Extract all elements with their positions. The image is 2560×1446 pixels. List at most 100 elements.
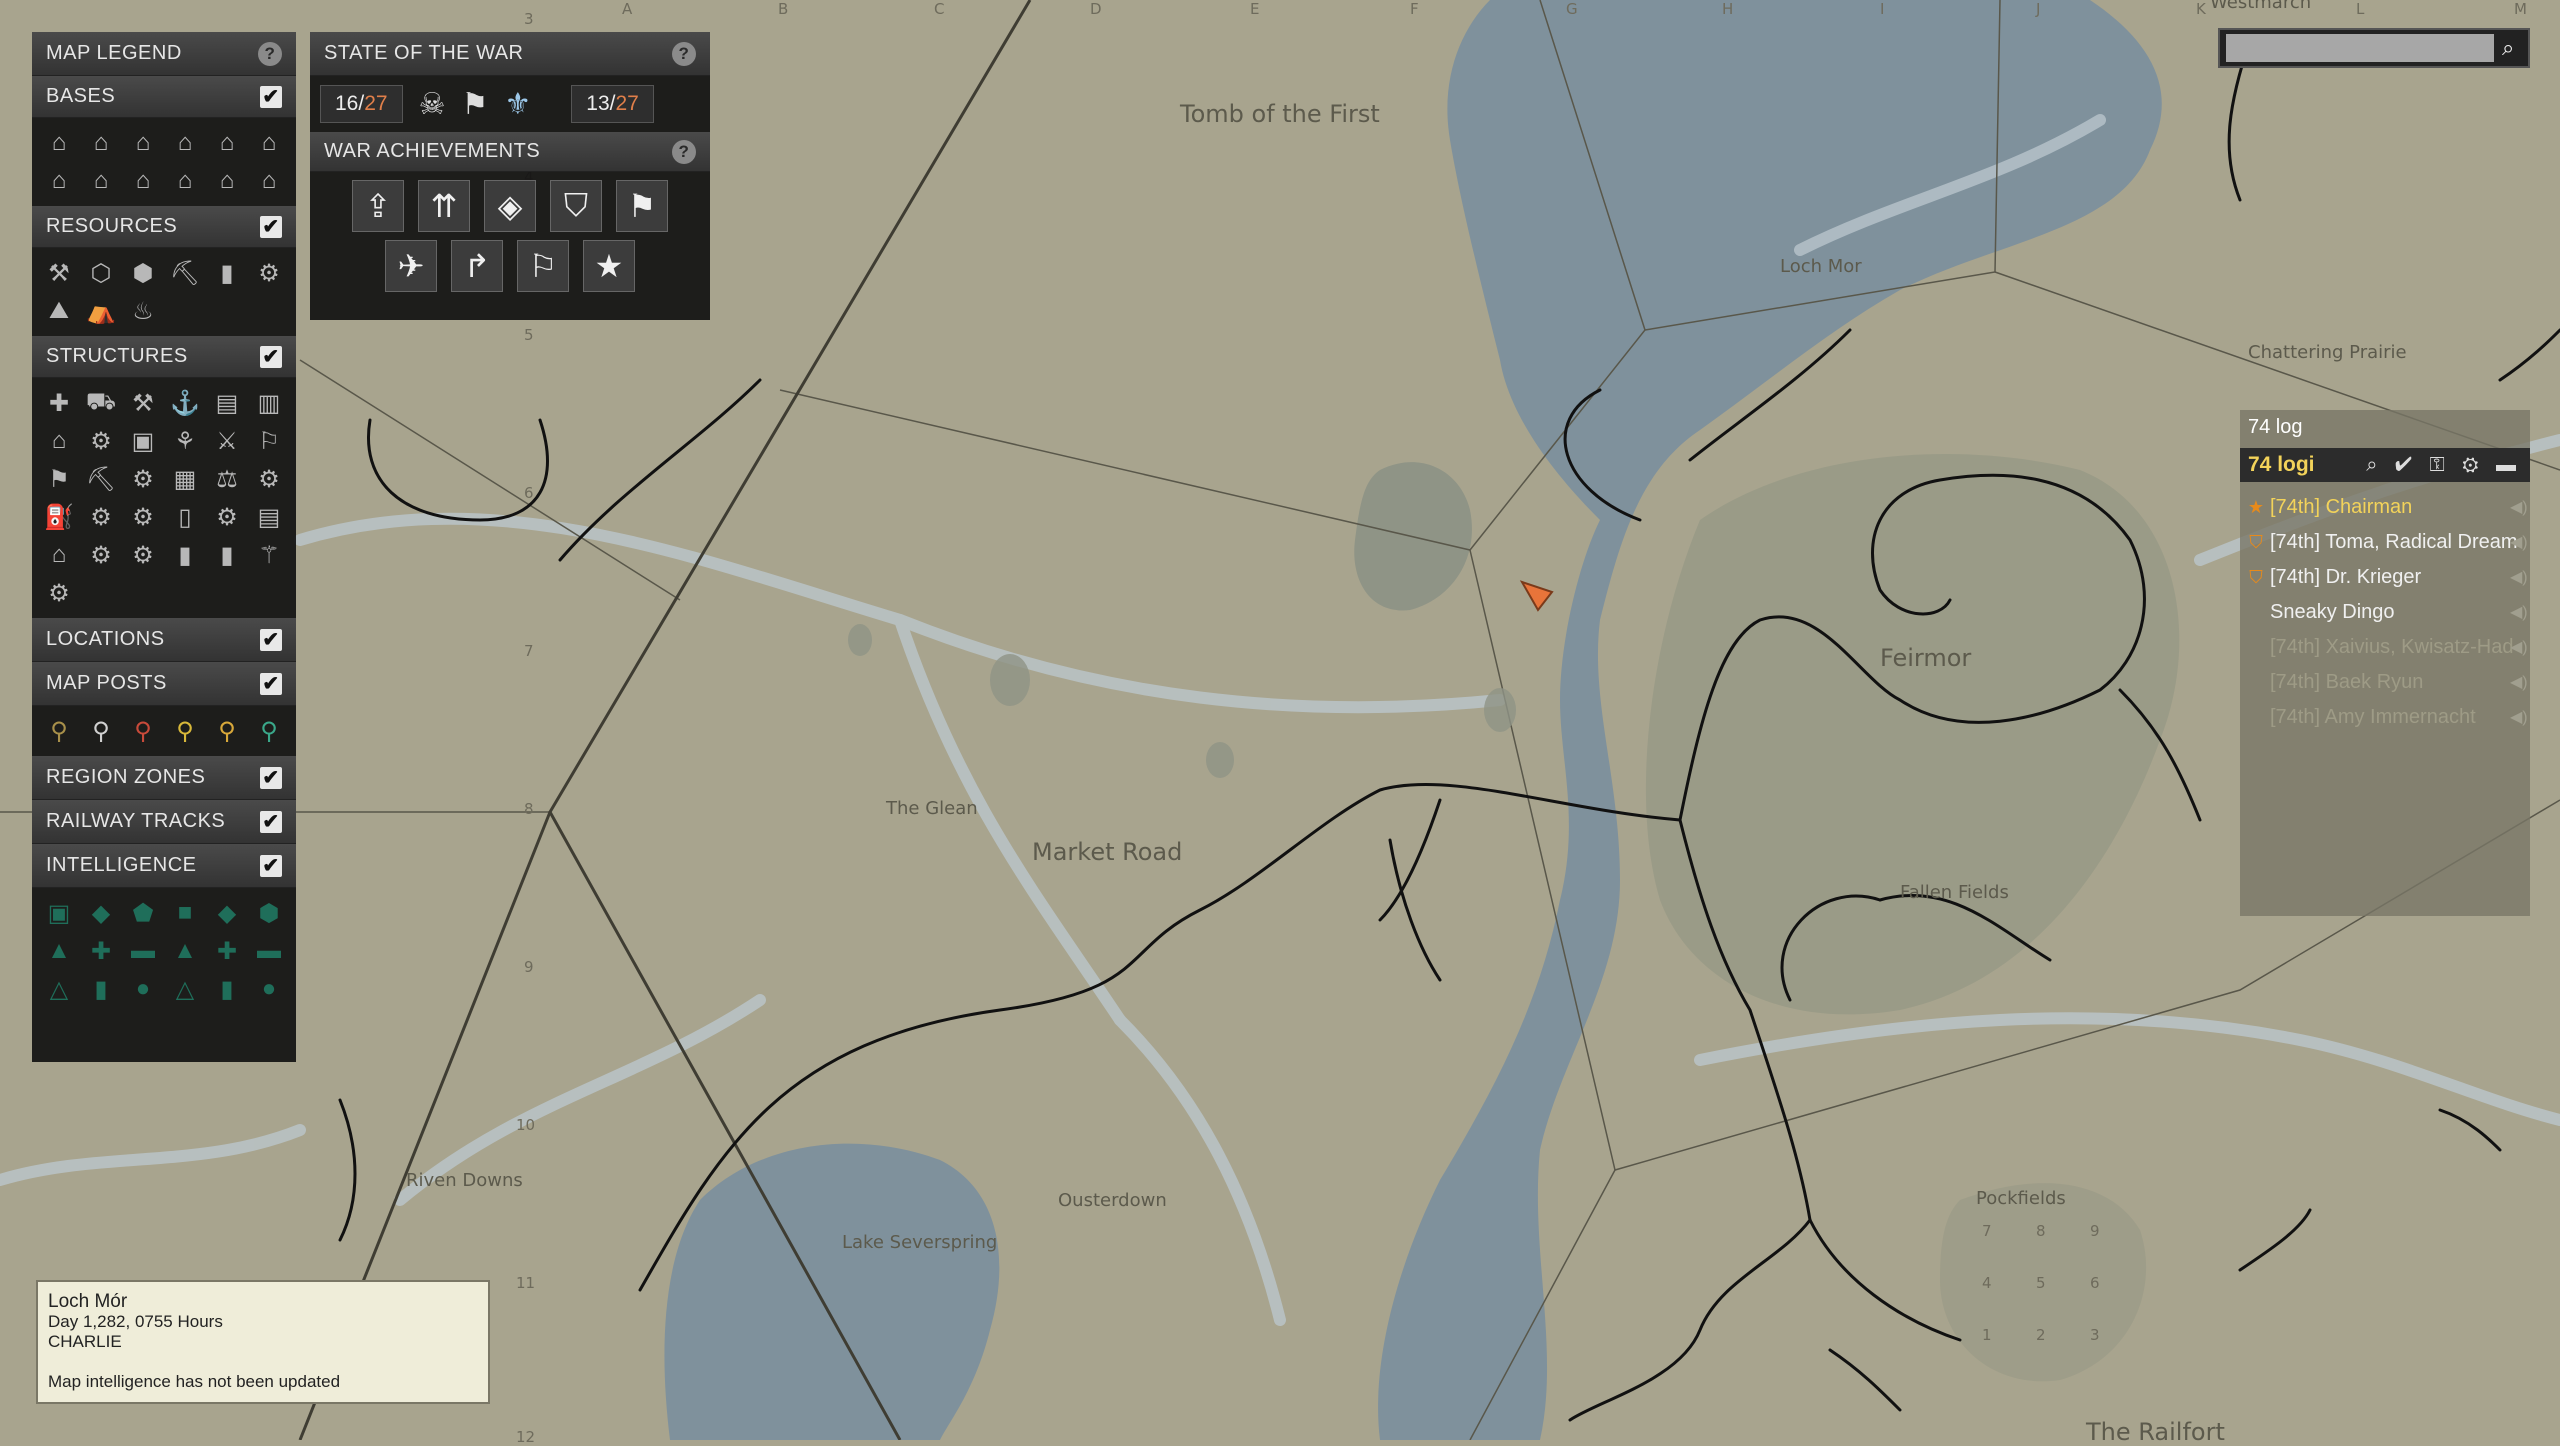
achievements-help-icon[interactable]: ?	[672, 139, 696, 164]
structure-icon[interactable]: ⚔	[212, 426, 242, 456]
base-icon[interactable]: ⌂	[170, 166, 200, 196]
resources-checkbox[interactable]: ✔	[260, 215, 282, 238]
structure-icon[interactable]: ⚙	[212, 502, 242, 532]
structure-icon[interactable]: ⚙	[86, 540, 116, 570]
base-icon[interactable]: ⌂	[212, 128, 242, 158]
structure-icon[interactable]: ⛽	[44, 502, 74, 532]
legend-section-railway-tracks[interactable]: RAILWAY TRACKS ✔	[32, 800, 296, 844]
intelligence-icon[interactable]: ▬	[254, 936, 284, 966]
intelligence-icon[interactable]: ▮	[86, 974, 116, 1004]
locations-checkbox[interactable]: ✔	[260, 628, 282, 651]
intelligence-icon[interactable]: ▲	[44, 936, 74, 966]
structure-icon[interactable]: ▦	[170, 464, 200, 494]
structure-icon[interactable]: ⛏	[86, 464, 116, 494]
resource-icon[interactable]: ⚙	[254, 258, 284, 288]
structure-icon[interactable]: ⚒	[128, 388, 158, 418]
legend-section-intelligence[interactable]: INTELLIGENCE ✔	[32, 844, 296, 888]
voice-volume-icon[interactable]: ◀)	[2510, 707, 2528, 727]
bases-checkbox[interactable]: ✔	[260, 85, 282, 108]
structure-icon[interactable]: ⚘	[170, 426, 200, 456]
resource-icon[interactable]: ⬢	[128, 258, 158, 288]
voice-volume-icon[interactable]: ◀)	[2510, 567, 2528, 587]
squad-member[interactable]: ⛉ [74th] Toma, Radical Dream ◀)	[2246, 527, 2527, 557]
structure-icon[interactable]: ▮	[212, 540, 242, 570]
map-posts-checkbox[interactable]: ✔	[260, 672, 282, 695]
intelligence-icon[interactable]: ■	[170, 898, 200, 928]
achievement-diamond-icon[interactable]: ◈	[484, 180, 536, 232]
achievement-flag-icon[interactable]: ⚑	[616, 180, 668, 232]
resource-icon[interactable]: ▮	[212, 258, 242, 288]
legend-section-resources[interactable]: RESOURCES ✔	[32, 206, 296, 248]
intelligence-icon[interactable]: ✚	[212, 936, 242, 966]
structure-icon[interactable]: ⚚	[254, 540, 284, 570]
base-icon[interactable]: ⌂	[212, 166, 242, 196]
voice-volume-icon[interactable]: ◀)	[2510, 672, 2528, 692]
structure-icon[interactable]: ▣	[128, 426, 158, 456]
squad-tools-icons[interactable]: ⌕ ✔ ⚿ ⚙ ▬	[2366, 454, 2522, 477]
intelligence-icon[interactable]: ⬢	[254, 898, 284, 928]
resource-icon[interactable]: ⛰	[44, 296, 74, 326]
railway-tracks-checkbox[interactable]: ✔	[260, 810, 282, 833]
voice-volume-icon[interactable]: ◀)	[2510, 602, 2528, 622]
voice-volume-icon[interactable]: ◀)	[2510, 532, 2528, 552]
intelligence-icon[interactable]: △	[170, 974, 200, 1004]
structure-icon[interactable]: ▤	[254, 502, 284, 532]
structure-icon[interactable]: ⚙	[128, 540, 158, 570]
map-post-icon[interactable]: ⚲	[86, 716, 116, 746]
map-post-icon[interactable]: ⚲	[170, 716, 200, 746]
achievement-soldier-icon[interactable]: ✈	[385, 240, 437, 292]
structure-icon[interactable]: ⚙	[44, 578, 74, 608]
structure-icon[interactable]: ▥	[254, 388, 284, 418]
structure-icon[interactable]: ⌂	[44, 426, 74, 456]
base-icon[interactable]: ⌂	[254, 128, 284, 158]
intelligence-icon[interactable]: ●	[128, 974, 158, 1004]
structure-icon[interactable]: ▮	[170, 540, 200, 570]
structure-icon[interactable]: ⚑	[44, 464, 74, 494]
base-icon[interactable]: ⌂	[254, 166, 284, 196]
intelligence-icon[interactable]: ▲	[170, 936, 200, 966]
region-zones-checkbox[interactable]: ✔	[260, 766, 282, 789]
resource-icon[interactable]: ♨	[128, 296, 158, 326]
resource-icon[interactable]: ⚒	[44, 258, 74, 288]
intelligence-icon[interactable]: ✚	[86, 936, 116, 966]
structure-icon[interactable]: ⚙	[128, 464, 158, 494]
legend-section-structures[interactable]: STRUCTURES ✔	[32, 336, 296, 378]
map-search-input[interactable]	[2226, 34, 2494, 62]
intelligence-icon[interactable]: ●	[254, 974, 284, 1004]
structures-checkbox[interactable]: ✔	[260, 345, 282, 368]
intelligence-icon[interactable]: ⬟	[128, 898, 158, 928]
base-icon[interactable]: ⌂	[128, 128, 158, 158]
legend-section-map-posts[interactable]: MAP POSTS ✔	[32, 662, 296, 706]
intelligence-icon[interactable]: ▬	[128, 936, 158, 966]
base-icon[interactable]: ⌂	[44, 166, 74, 196]
voice-volume-icon[interactable]: ◀)	[2510, 637, 2528, 657]
base-icon[interactable]: ⌂	[86, 166, 116, 196]
resource-icon[interactable]: ⬡	[86, 258, 116, 288]
achievement-star-icon[interactable]: ★	[583, 240, 635, 292]
map-post-icon[interactable]: ⚲	[44, 716, 74, 746]
structure-icon[interactable]: ⚙	[254, 464, 284, 494]
structure-icon[interactable]: ⚐	[254, 426, 284, 456]
map-post-icon[interactable]: ⚲	[212, 716, 242, 746]
structure-icon[interactable]: ▤	[212, 388, 242, 418]
squad-member[interactable]: ⛉ [74th] Dr. Krieger ◀)	[2246, 562, 2527, 592]
achievement-upload-icon[interactable]: ⇪	[352, 180, 404, 232]
map-post-icon[interactable]: ⚲	[254, 716, 284, 746]
structure-icon[interactable]: ✚	[44, 388, 74, 418]
resource-icon[interactable]: ⛺	[86, 296, 116, 326]
legend-section-bases[interactable]: BASES ✔	[32, 76, 296, 118]
intelligence-icon[interactable]: ▮	[212, 974, 242, 1004]
structure-icon[interactable]: ⚙	[128, 502, 158, 532]
structure-icon[interactable]: ⚙	[86, 502, 116, 532]
structure-icon[interactable]: ⚙	[86, 426, 116, 456]
squad-member[interactable]: [74th] Baek Ryun ◀)	[2246, 667, 2528, 697]
achievement-turn-icon[interactable]: ↱	[451, 240, 503, 292]
intelligence-checkbox[interactable]: ✔	[260, 854, 282, 877]
squad-member[interactable]: [74th] Amy Immernacht ◀)	[2246, 702, 2528, 732]
search-icon[interactable]: ⌕	[2502, 35, 2514, 61]
resource-icon[interactable]: ⛏	[170, 258, 200, 288]
structure-icon[interactable]: ⛟	[86, 388, 116, 418]
squad-member[interactable]: ★ [74th] Chairman ◀)	[2246, 492, 2528, 522]
intelligence-icon[interactable]: ◆	[86, 898, 116, 928]
achievement-shield-icon[interactable]: ⛉	[550, 180, 602, 232]
